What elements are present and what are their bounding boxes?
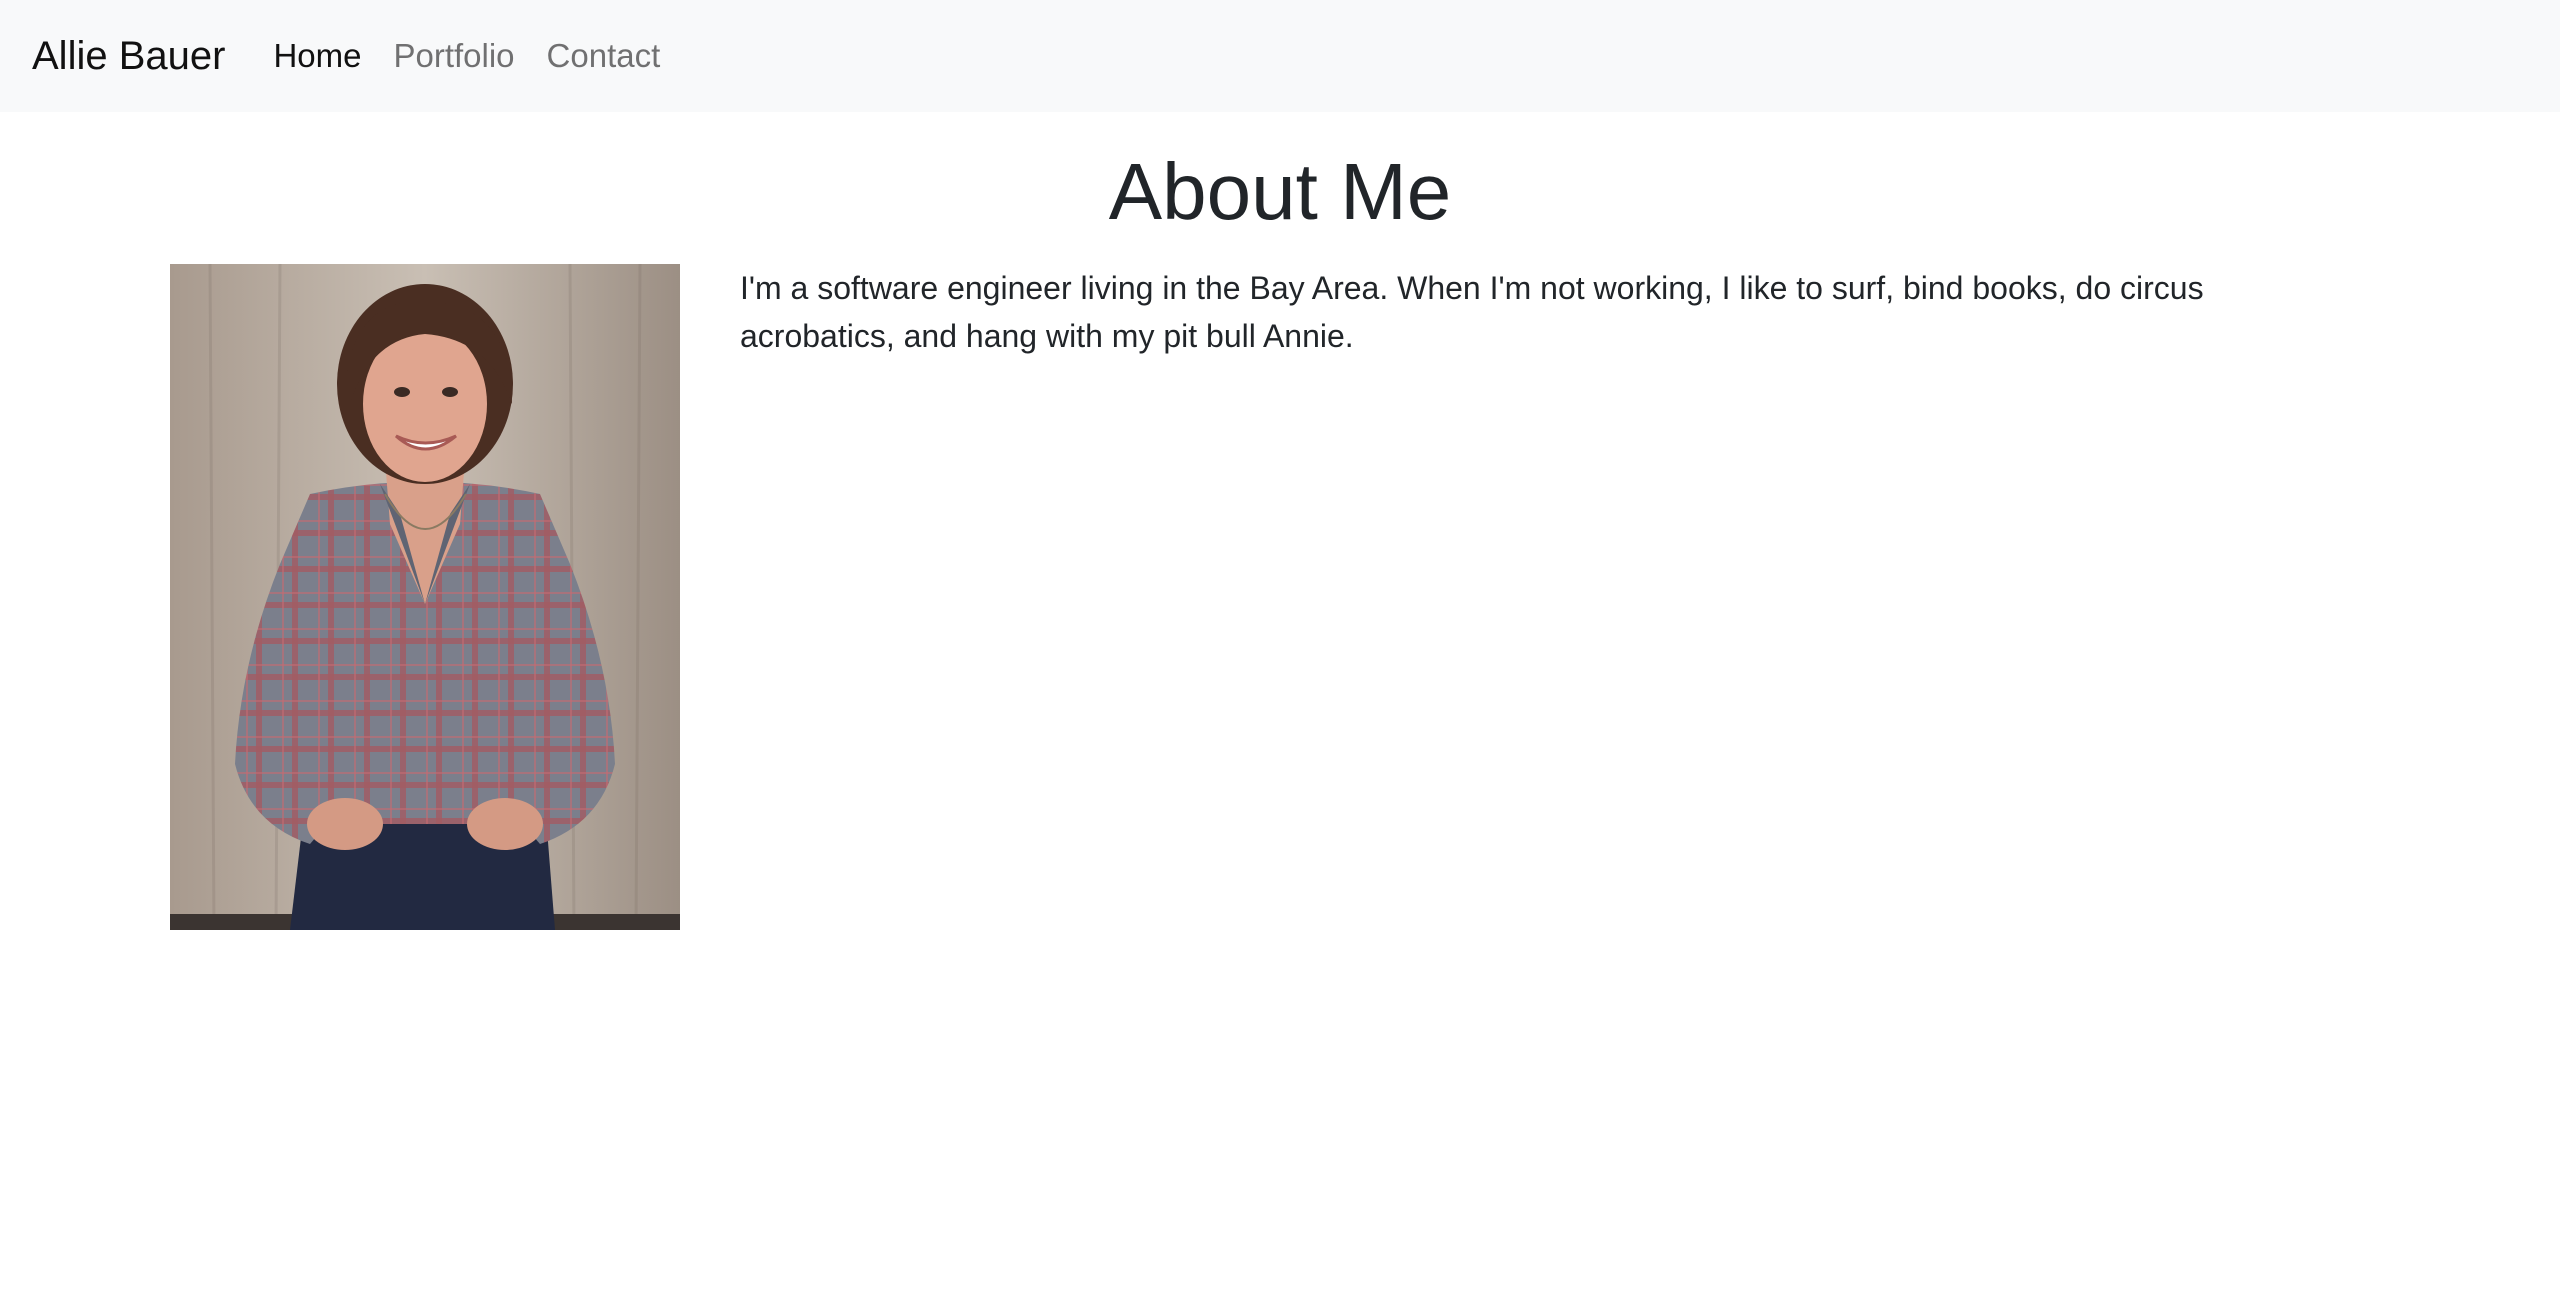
- navbar: Allie Bauer Home Portfolio Contact: [0, 0, 2560, 112]
- profile-photo: [170, 264, 680, 930]
- page-title: About Me: [1108, 147, 1452, 236]
- brand-link[interactable]: Allie Bauer: [32, 34, 225, 79]
- nav-link-portfolio[interactable]: Portfolio: [393, 37, 514, 75]
- nav-link-home[interactable]: Home: [273, 37, 361, 75]
- bio-text: I'm a software engineer living in the Ba…: [740, 270, 2204, 354]
- nav-link-contact[interactable]: Contact: [547, 37, 661, 75]
